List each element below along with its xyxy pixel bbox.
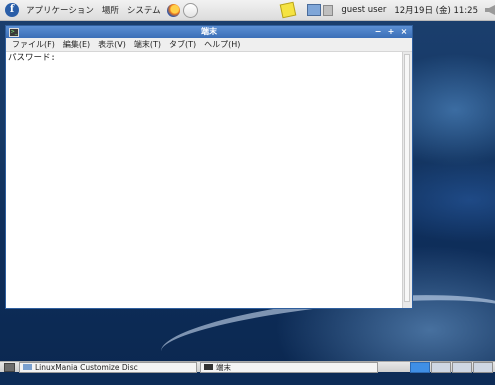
notes-icon[interactable] bbox=[280, 1, 297, 19]
scrollbar-thumb[interactable] bbox=[404, 54, 410, 302]
window-menubar: ファイル(F) 編集(E) 表示(V) 端末(T) タブ(T) ヘルプ(H) bbox=[6, 38, 412, 52]
folder-icon bbox=[23, 364, 32, 370]
menu-help[interactable]: ヘルプ(H) bbox=[200, 39, 244, 50]
speaker-icon[interactable] bbox=[485, 5, 495, 15]
vertical-scrollbar[interactable] bbox=[402, 52, 412, 308]
user-name[interactable]: guest user bbox=[337, 5, 390, 15]
menu-view[interactable]: 表示(V) bbox=[94, 39, 130, 50]
show-desktop-icon[interactable] bbox=[4, 362, 15, 372]
password-prompt: パスワード: bbox=[8, 53, 56, 63]
menu-terminal[interactable]: 端末(T) bbox=[130, 39, 165, 50]
volume-icon[interactable] bbox=[323, 4, 334, 16]
clock[interactable]: 12月19日 (金) 11:25 bbox=[390, 4, 482, 16]
terminal-text-area[interactable]: パスワード: bbox=[6, 52, 402, 308]
applications-menu[interactable]: アプリケーション bbox=[22, 4, 98, 16]
system-menu[interactable]: システム bbox=[123, 4, 165, 16]
mail-icon[interactable] bbox=[182, 2, 198, 18]
task-label: LinuxMania Customize Disc bbox=[35, 362, 138, 372]
places-menu[interactable]: 場所 bbox=[98, 4, 123, 16]
top-panel: f アプリケーション 場所 システム guest user 12月19日 (金)… bbox=[0, 0, 495, 21]
window-titlebar[interactable]: >_ 端末 − + × bbox=[6, 26, 412, 38]
terminal-icon bbox=[204, 364, 213, 370]
menu-edit[interactable]: 編集(E) bbox=[59, 39, 94, 50]
terminal-window: >_ 端末 − + × ファイル(F) 編集(E) 表示(V) 端末(T) タブ… bbox=[5, 25, 413, 309]
firefox-icon[interactable] bbox=[166, 3, 180, 17]
menu-file[interactable]: ファイル(F) bbox=[8, 39, 59, 50]
fedora-logo-icon[interactable]: f bbox=[5, 3, 19, 17]
window-title: 端末 bbox=[201, 27, 217, 36]
network-icon[interactable] bbox=[307, 4, 322, 16]
maximize-button[interactable]: + bbox=[385, 27, 397, 37]
minimize-button[interactable]: − bbox=[372, 27, 384, 37]
menu-tabs[interactable]: タブ(T) bbox=[165, 39, 200, 50]
bottom-panel: LinuxMania Customize Disc 端末 bbox=[0, 361, 495, 373]
close-button[interactable]: × bbox=[398, 27, 410, 37]
